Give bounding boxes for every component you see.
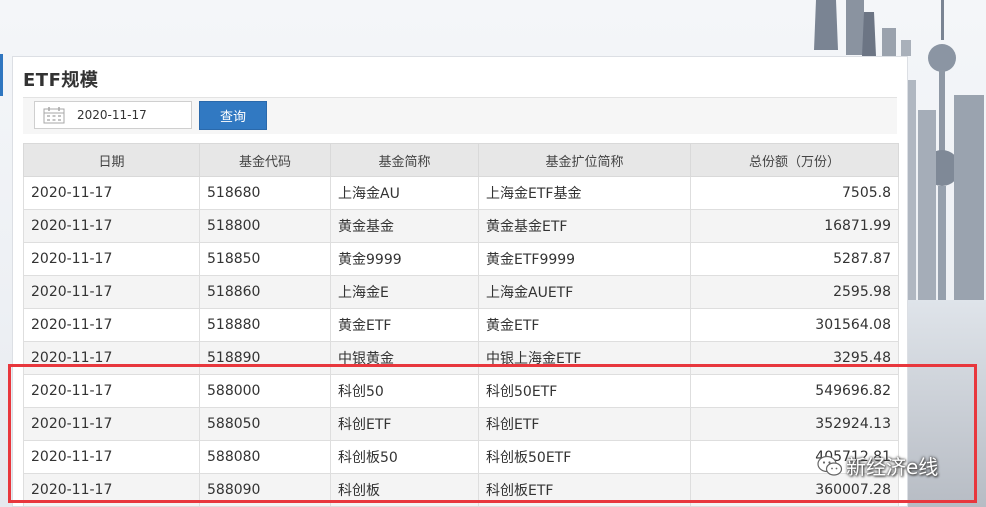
calendar-icon [43, 107, 65, 124]
cell-fund-short-name: 上海金AU [330, 176, 479, 210]
cell-total-shares: 301564.08 [690, 308, 899, 342]
cell-date: 2020-11-17 [23, 308, 200, 342]
cell-total-shares: 16871.99 [690, 209, 899, 243]
cell-fund-extended-name: 黄金ETF [478, 308, 691, 342]
highlight-box [8, 364, 977, 503]
panel-title: ETF规模 [23, 70, 99, 91]
cell-total-shares: 5287.87 [690, 242, 899, 276]
cell-fund-code: 518680 [199, 176, 331, 210]
query-toolbar: 2020-11-17 查询 [23, 98, 897, 134]
column-header-fund-extended-name[interactable]: 基金扩位简称 [478, 143, 691, 177]
cell-total-shares: 7505.8 [690, 176, 899, 210]
watermark: 新经济e线 [816, 451, 938, 480]
cell-fund-code: 518880 [199, 308, 331, 342]
cell-fund-extended-name: 黄金ETF9999 [478, 242, 691, 276]
date-picker-input[interactable]: 2020-11-17 [34, 101, 192, 129]
table-row: 2020-11-17 518880 黄金ETF 黄金ETF 301564.08 [23, 308, 899, 342]
wechat-icon [817, 455, 843, 476]
cell-fund-code: 518800 [199, 209, 331, 243]
cell-date: 2020-11-17 [23, 176, 200, 210]
cell-fund-extended-name: 黄金基金ETF [478, 209, 691, 243]
cell-fund-extended-name: 上海金AUETF [478, 275, 691, 309]
left-accent-bar [0, 54, 3, 96]
cell-date: 2020-11-17 [23, 242, 200, 276]
column-header-fund-code[interactable]: 基金代码 [199, 143, 331, 177]
table-row: 2020-11-17 518850 黄金9999 黄金ETF9999 5287.… [23, 242, 899, 276]
query-button[interactable]: 查询 [199, 101, 267, 130]
column-header-fund-short-name[interactable]: 基金简称 [330, 143, 479, 177]
cell-total-shares: 2595.98 [690, 275, 899, 309]
table-header-row: 日期 基金代码 基金简称 基金扩位简称 总份额（万份） [23, 143, 899, 177]
table-row: 2020-11-17 518800 黄金基金 黄金基金ETF 16871.99 [23, 209, 899, 243]
table-row: 2020-11-17 518860 上海金E 上海金AUETF 2595.98 [23, 275, 899, 309]
cell-fund-short-name: 黄金ETF [330, 308, 479, 342]
cell-fund-extended-name: 上海金ETF基金 [478, 176, 691, 210]
cell-fund-code: 518860 [199, 275, 331, 309]
cell-date: 2020-11-17 [23, 275, 200, 309]
cell-date: 2020-11-17 [23, 209, 200, 243]
column-header-total-shares[interactable]: 总份额（万份） [690, 143, 899, 177]
cell-fund-short-name: 上海金E [330, 275, 479, 309]
column-header-date[interactable]: 日期 [23, 143, 200, 177]
cell-fund-short-name: 黄金9999 [330, 242, 479, 276]
date-value: 2020-11-17 [77, 108, 147, 122]
table-row: 2020-11-17 518680 上海金AU 上海金ETF基金 7505.8 [23, 176, 899, 210]
cell-fund-code: 518850 [199, 242, 331, 276]
watermark-text: 新经济e线 [846, 455, 939, 479]
cell-fund-short-name: 黄金基金 [330, 209, 479, 243]
